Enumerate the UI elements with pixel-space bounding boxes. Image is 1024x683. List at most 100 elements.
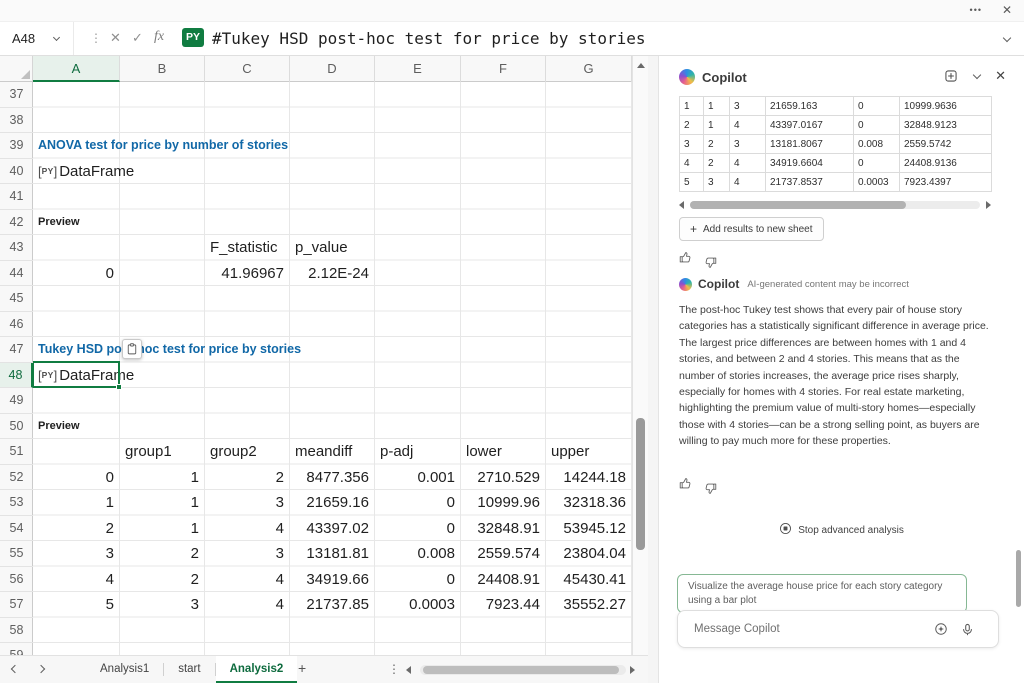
cell-C53[interactable]: 3 — [205, 490, 284, 516]
cell-B51[interactable]: group1 — [125, 439, 172, 465]
row-header-37[interactable]: 37 — [0, 82, 33, 108]
row-header-45[interactable]: 45 — [0, 286, 33, 312]
preview-table-scrollbar[interactable] — [679, 199, 991, 211]
add-sheet-button[interactable]: + — [298, 660, 306, 676]
cell-F56[interactable]: 24408.91 — [461, 567, 540, 593]
cell-F57[interactable]: 7923.44 — [461, 592, 540, 618]
row-header-55[interactable]: 55 — [0, 541, 33, 567]
cell-G52[interactable]: 14244.18 — [546, 465, 626, 491]
cell-C44[interactable]: 41.96967 — [205, 261, 284, 287]
grid-area[interactable]: ANOVA test for price by number of storie… — [0, 82, 632, 655]
cell-A50[interactable]: Preview — [38, 414, 80, 440]
row-header-38[interactable]: 38 — [0, 108, 33, 134]
cell-C57[interactable]: 4 — [205, 592, 284, 618]
cell-A42[interactable]: Preview — [38, 210, 80, 236]
scroll-up-icon[interactable] — [637, 63, 645, 68]
row-header-48[interactable]: 48 — [0, 363, 33, 389]
cell-G53[interactable]: 32318.36 — [546, 490, 626, 516]
cell-G54[interactable]: 53945.12 — [546, 516, 626, 542]
new-chat-icon[interactable] — [944, 69, 958, 88]
cell-G51[interactable]: upper — [551, 439, 589, 465]
cell-F54[interactable]: 32848.91 — [461, 516, 540, 542]
cell-F52[interactable]: 2710.529 — [461, 465, 540, 491]
cell-B54[interactable]: 1 — [120, 516, 199, 542]
column-header-E[interactable]: E — [375, 56, 461, 82]
enter-icon[interactable]: ✓ — [132, 30, 143, 46]
cell-F55[interactable]: 2559.574 — [461, 541, 540, 567]
expand-formula-bar-icon[interactable] — [1003, 34, 1011, 42]
insert-function-icon[interactable]: fx — [154, 29, 164, 45]
message-copilot-input[interactable] — [692, 611, 922, 647]
panel-scrollbar-thumb[interactable] — [1016, 550, 1021, 607]
cell-F51[interactable]: lower — [466, 439, 502, 465]
cell-A53[interactable]: 1 — [33, 490, 114, 516]
sheet-tab-analysis2[interactable]: Analysis2 — [216, 656, 298, 683]
row-header-41[interactable]: 41 — [0, 184, 33, 210]
close-panel-icon[interactable]: ✕ — [995, 68, 1006, 84]
cell-G56[interactable]: 45430.41 — [546, 567, 626, 593]
cell-A40[interactable]: [PY]DataFrame — [38, 159, 134, 185]
cell-G55[interactable]: 23804.04 — [546, 541, 626, 567]
microphone-icon[interactable] — [961, 623, 974, 641]
cell-B52[interactable]: 1 — [120, 465, 199, 491]
cell-B56[interactable]: 2 — [120, 567, 199, 593]
sheet-options-icon[interactable]: ⋮ — [388, 662, 400, 676]
cell-C52[interactable]: 2 — [205, 465, 284, 491]
column-header-C[interactable]: C — [205, 56, 290, 82]
cell-D53[interactable]: 21659.16 — [290, 490, 369, 516]
cell-A54[interactable]: 2 — [33, 516, 114, 542]
cell-D51[interactable]: meandiff — [295, 439, 352, 465]
row-header-59[interactable]: 59 — [0, 643, 33, 655]
row-header-40[interactable]: 40 — [0, 159, 33, 185]
name-box-chevron-icon[interactable] — [53, 34, 60, 41]
row-header-54[interactable]: 54 — [0, 516, 33, 542]
column-header-G[interactable]: G — [546, 56, 632, 82]
scroll-right-icon[interactable] — [630, 666, 635, 674]
cell-B55[interactable]: 2 — [120, 541, 199, 567]
cell-D54[interactable]: 43397.02 — [290, 516, 369, 542]
scroll-left-icon[interactable] — [406, 666, 411, 674]
suggestion-chip[interactable]: Visualize the average house price for ea… — [677, 574, 967, 613]
cell-D44[interactable]: 2.12E-24 — [290, 261, 369, 287]
thumbs-up-icon[interactable] — [679, 477, 692, 495]
row-header-56[interactable]: 56 — [0, 567, 33, 593]
cell-D56[interactable]: 34919.66 — [290, 567, 369, 593]
row-header-57[interactable]: 57 — [0, 592, 33, 618]
cell-G57[interactable]: 35552.27 — [546, 592, 626, 618]
sheet-tab-analysis1[interactable]: Analysis1 — [86, 656, 163, 683]
column-header-F[interactable]: F — [461, 56, 546, 82]
column-header-A[interactable]: A — [33, 56, 120, 82]
row-header-39[interactable]: 39 — [0, 133, 33, 159]
cell-B57[interactable]: 3 — [120, 592, 199, 618]
row-header-49[interactable]: 49 — [0, 388, 33, 414]
thumbs-up-icon[interactable] — [679, 251, 692, 269]
cell-E51[interactable]: p-adj — [380, 439, 413, 465]
row-header-58[interactable]: 58 — [0, 618, 33, 644]
scroll-left-icon[interactable] — [679, 201, 684, 209]
more-options-icon[interactable]: ••• — [970, 5, 982, 15]
cell-D55[interactable]: 13181.81 — [290, 541, 369, 567]
cell-D57[interactable]: 21737.85 — [290, 592, 369, 618]
select-all-corner[interactable] — [0, 56, 33, 81]
row-header-51[interactable]: 51 — [0, 439, 33, 465]
sparkle-icon[interactable] — [934, 622, 948, 641]
formula-input[interactable]: #Tukey HSD post-hoc test for price by st… — [212, 22, 645, 55]
cancel-icon[interactable]: ✕ — [110, 30, 121, 46]
stop-advanced-analysis-button[interactable]: Stop advanced analysis — [659, 522, 1024, 538]
cell-D43[interactable]: p_value — [295, 235, 348, 261]
thumbs-down-icon[interactable] — [704, 251, 717, 269]
horizontal-scrollbar-thumb[interactable] — [423, 666, 619, 674]
row-header-42[interactable]: 42 — [0, 210, 33, 236]
fill-handle[interactable] — [116, 384, 122, 390]
cell-A47[interactable]: Tukey HSD post-hoc test for price by sto… — [38, 337, 301, 363]
cell-E54[interactable]: 0 — [375, 516, 455, 542]
cell-E57[interactable]: 0.0003 — [375, 592, 455, 618]
row-header-47[interactable]: 47 — [0, 337, 33, 363]
cell-D52[interactable]: 8477.356 — [290, 465, 369, 491]
row-header-46[interactable]: 46 — [0, 312, 33, 338]
grid-vertical-scrollbar-thumb[interactable] — [636, 418, 645, 550]
row-header-44[interactable]: 44 — [0, 261, 33, 287]
collapse-panel-icon[interactable] — [973, 71, 981, 79]
row-header-43[interactable]: 43 — [0, 235, 33, 261]
sheet-tab-start[interactable]: start — [164, 656, 214, 683]
